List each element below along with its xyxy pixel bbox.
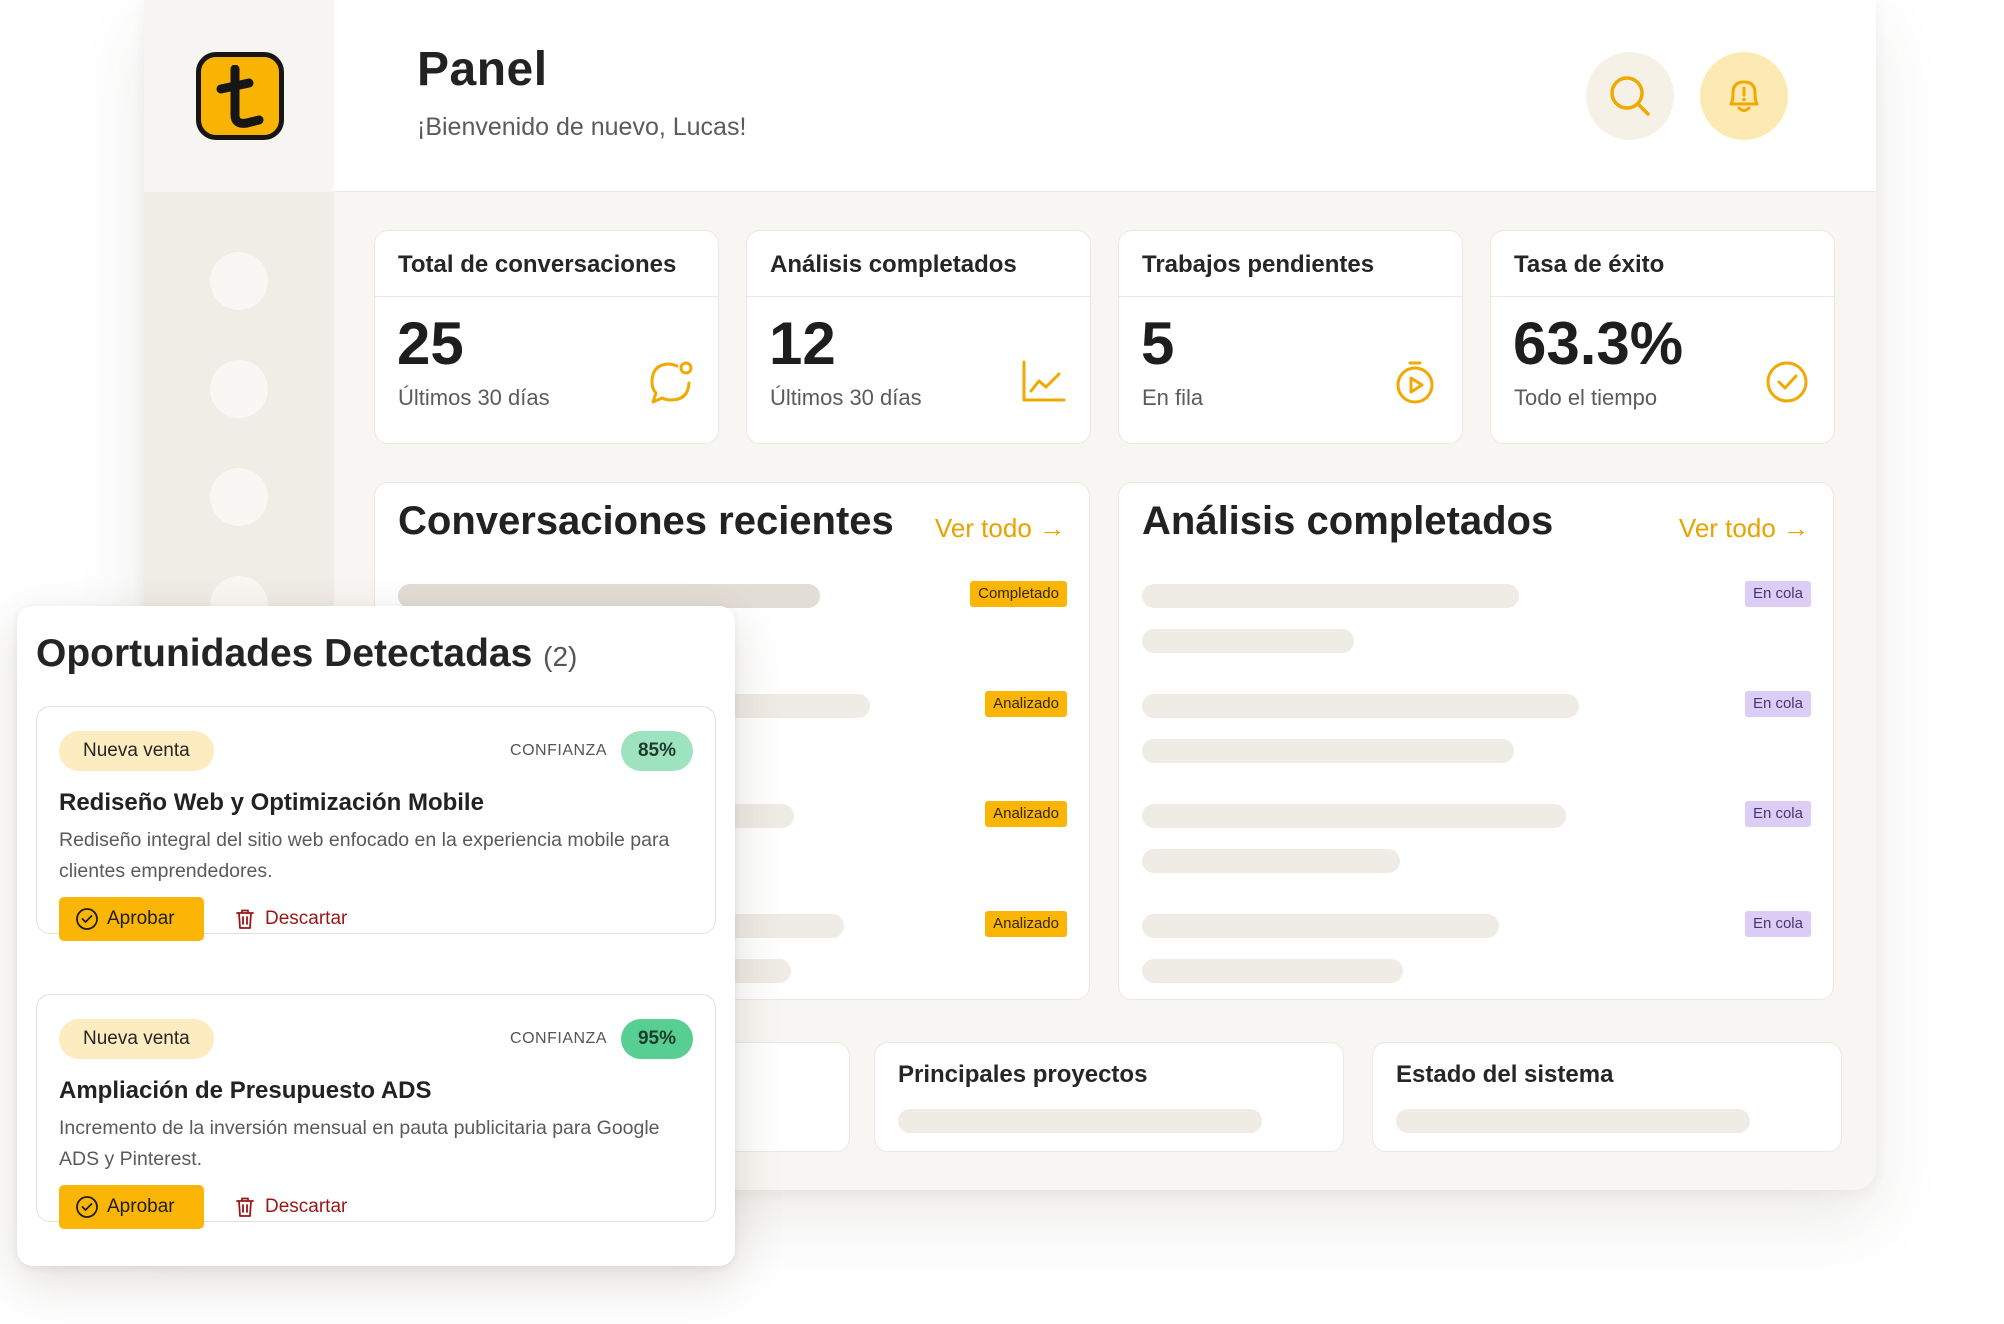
stat-card-success-rate[interactable]: Tasa de éxito 63.3% Todo el tiempo [1490, 230, 1835, 444]
placeholder-line [1142, 694, 1579, 718]
stat-subtitle: Todo el tiempo [1514, 385, 1658, 410]
panel-title: Análisis completados [1142, 499, 1554, 543]
stat-card-analyses[interactable]: Análisis completados 12 Últimos 30 días [746, 230, 1091, 444]
card-title: Principales proyectos [898, 1061, 1148, 1088]
sidebar-item[interactable] [210, 468, 268, 526]
system-status-card: Estado del sistema [1372, 1042, 1842, 1152]
stat-label: Tasa de éxito [1491, 231, 1834, 297]
opportunities-count: (2) [543, 641, 578, 672]
opportunity-item: Nueva venta CONFIANZA 95% Ampliación de … [36, 994, 716, 1229]
placeholder-line [1142, 849, 1400, 873]
stat-value: 12 [769, 310, 836, 377]
status-badge: En cola [1744, 801, 1811, 827]
placeholder-line [398, 584, 820, 608]
opportunity-tag: Nueva venta [59, 1019, 214, 1059]
status-badge: En cola [1744, 581, 1811, 607]
check-circle-icon [1766, 361, 1808, 403]
stat-card-pending[interactable]: Trabajos pendientes 5 En fila [1118, 230, 1463, 444]
stat-label: Total de conversaciones [375, 231, 718, 297]
stat-subtitle: En fila [1142, 385, 1204, 410]
stat-label: Trabajos pendientes [1119, 231, 1462, 297]
page-title: Panel [417, 43, 548, 96]
confidence-badge: 95% [621, 1019, 693, 1059]
stat-value: 25 [397, 310, 464, 377]
placeholder-line [1142, 804, 1566, 828]
app-logo-icon[interactable] [196, 52, 284, 140]
completed-analyses-panel: Análisis completados Ver todo → En cola … [1118, 482, 1834, 1000]
stat-card-conversations[interactable]: Total de conversaciones 25 Últimos 30 dí… [374, 230, 719, 444]
approve-button[interactable]: Aprobar [59, 897, 204, 941]
header: Panel ¡Bienvenido de nuevo, Lucas! [144, 0, 1876, 192]
placeholder-line [898, 1109, 1262, 1133]
opportunities-title: Oportunidades Detectadas (2) [36, 632, 577, 676]
opportunity-name: Rediseño Web y Optimización Mobile [59, 789, 484, 816]
confidence-label: CONFIANZA [510, 742, 607, 759]
placeholder-line [1142, 629, 1354, 653]
top-projects-card: Principales proyectos [874, 1042, 1344, 1152]
trash-icon [236, 909, 254, 929]
sidebar-item[interactable] [210, 360, 268, 418]
status-badge: Analizado [985, 801, 1067, 827]
discard-label: Descartar [265, 908, 348, 929]
search-icon [1610, 76, 1650, 116]
trash-icon [236, 1197, 254, 1217]
bell-icon [1729, 80, 1759, 112]
approve-label: Aprobar [107, 908, 175, 929]
confidence-badge: 85% [621, 731, 693, 771]
opportunity-description: Rediseño integral del sitio web enfocado… [59, 829, 670, 882]
status-badge: En cola [1744, 691, 1811, 717]
notifications-button[interactable] [1700, 52, 1788, 140]
view-all-conversations-link[interactable]: Ver todo → [935, 513, 1065, 544]
discard-button[interactable]: Descartar [233, 897, 347, 941]
approve-button[interactable]: Aprobar [59, 1185, 204, 1229]
sidebar-item[interactable] [210, 252, 268, 310]
opportunity-description: Incremento de la inversión mensual en pa… [59, 1117, 660, 1170]
status-badge: En cola [1744, 911, 1811, 937]
opportunities-title-text: Oportunidades Detectadas [36, 632, 533, 675]
check-circle-icon [76, 1196, 98, 1218]
status-badge: Completado [970, 581, 1067, 607]
stat-value: 63.3% [1513, 310, 1684, 377]
search-button[interactable] [1586, 52, 1674, 140]
timer-icon [1396, 361, 1434, 404]
discard-label: Descartar [265, 1196, 348, 1217]
placeholder-line [1142, 739, 1514, 763]
stat-subtitle: Últimos 30 días [770, 385, 922, 410]
discard-button[interactable]: Descartar [233, 1185, 347, 1229]
chart-icon [1022, 360, 1066, 402]
logo-area [144, 0, 334, 192]
status-badge: Analizado [985, 911, 1067, 937]
stat-subtitle: Últimos 30 días [398, 385, 550, 410]
check-circle-icon [76, 908, 98, 930]
opportunities-card: Oportunidades Detectadas (2) Nueva venta… [17, 606, 735, 1266]
chat-icon [650, 361, 693, 404]
opportunity-name: Ampliación de Presupuesto ADS [59, 1077, 432, 1104]
confidence-label: CONFIANZA [510, 1030, 607, 1047]
status-badge: Analizado [985, 691, 1067, 717]
stat-label: Análisis completados [747, 231, 1090, 297]
placeholder-line [1142, 914, 1499, 938]
stat-value: 5 [1141, 310, 1175, 377]
approve-label: Aprobar [107, 1196, 175, 1217]
opportunity-tag: Nueva venta [59, 731, 214, 771]
panel-title: Conversaciones recientes [398, 499, 894, 543]
view-all-analyses-link[interactable]: Ver todo → [1679, 513, 1809, 544]
placeholder-line [1142, 584, 1519, 608]
opportunity-item: Nueva venta CONFIANZA 85% Rediseño Web y… [36, 706, 716, 941]
page-subtitle: ¡Bienvenido de nuevo, Lucas! [417, 113, 747, 141]
placeholder-line [1142, 959, 1403, 983]
placeholder-line [1396, 1109, 1750, 1133]
card-title: Estado del sistema [1396, 1061, 1614, 1088]
